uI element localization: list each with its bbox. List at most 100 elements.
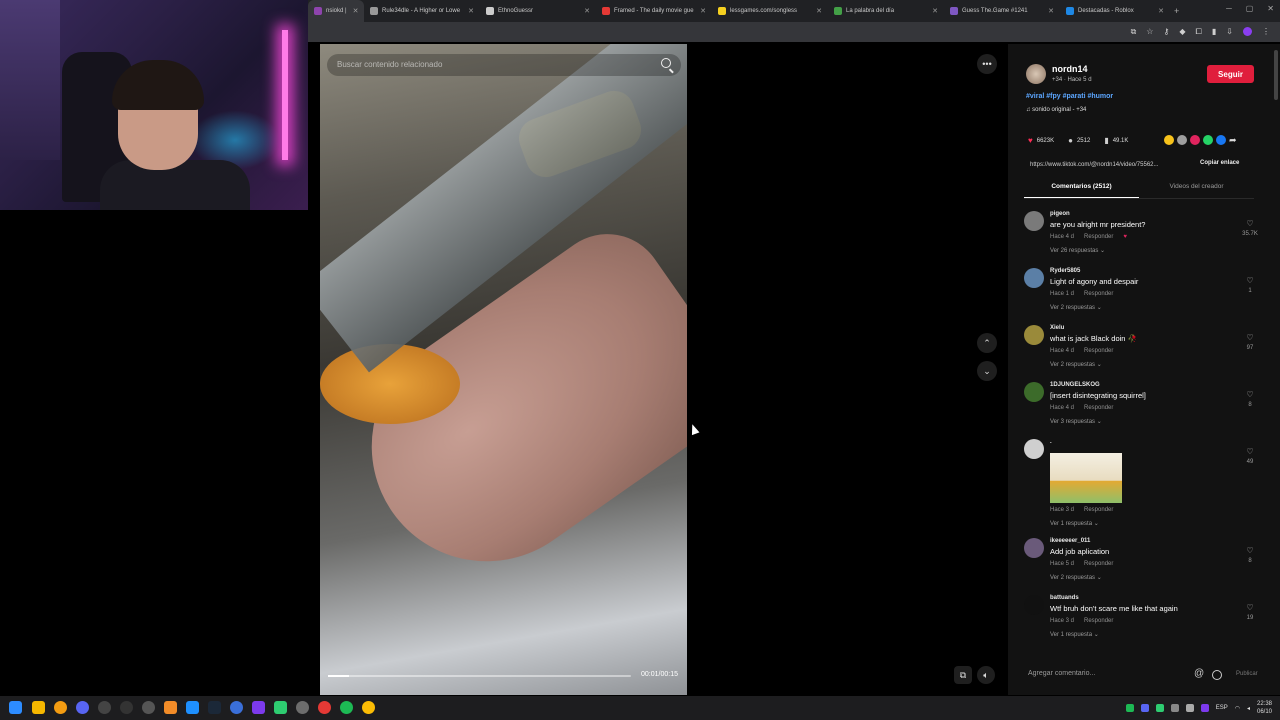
heart-icon[interactable]: ♡: [1244, 276, 1256, 285]
comment-input[interactable]: Agregar comentario...: [1028, 670, 1095, 677]
view-replies-button[interactable]: Ver 26 respuestas ⌄: [1050, 247, 1105, 254]
heart-icon[interactable]: ♡: [1244, 390, 1256, 399]
reply-button[interactable]: Responder: [1084, 405, 1113, 411]
browser-tab-0[interactable]: nsiokd | ✕: [308, 0, 364, 22]
key-icon[interactable]: ⚷: [1163, 27, 1169, 37]
taskbar-clock[interactable]: 22:38 06/10: [1257, 700, 1272, 716]
comment-username[interactable]: Xielu: [1050, 325, 1064, 331]
close-icon[interactable]: ✕: [462, 7, 474, 15]
comment-username[interactable]: ikeeeeeer_011: [1050, 538, 1090, 544]
browser-tab-7[interactable]: Destacadas - Roblox ✕: [1060, 0, 1170, 22]
comments-stat[interactable]: ● 2512: [1068, 136, 1090, 145]
search-icon[interactable]: [661, 58, 671, 68]
view-replies-button[interactable]: Ver 2 respuestas ⌄: [1050, 574, 1102, 581]
app-bolt-icon[interactable]: [164, 701, 177, 714]
reply-button[interactable]: Responder: [1084, 561, 1113, 567]
comment-username[interactable]: Ryder5805: [1050, 268, 1080, 274]
start-icon[interactable]: [9, 701, 22, 714]
wifi-icon[interactable]: ◠: [1235, 705, 1240, 712]
app-4k-icon[interactable]: [98, 701, 111, 714]
share-facebook-icon[interactable]: [1216, 135, 1226, 145]
view-replies-button[interactable]: Ver 1 respuesta ⌄: [1050, 631, 1099, 638]
browser-tab-3[interactable]: Framed - The daily movie gue ✕: [596, 0, 712, 22]
share-embed-icon[interactable]: [1164, 135, 1174, 145]
window-close-icon[interactable]: ✕: [1267, 4, 1274, 13]
author-name[interactable]: nordn14: [1052, 64, 1088, 74]
comment-avatar[interactable]: [1024, 439, 1044, 459]
close-icon[interactable]: ✕: [694, 7, 706, 15]
tray-misc-icon[interactable]: [1170, 704, 1179, 712]
video-player[interactable]: [320, 44, 687, 695]
next-video-button[interactable]: ⌄: [977, 361, 997, 381]
comment-avatar[interactable]: [1024, 382, 1044, 402]
heart-icon[interactable]: ♡: [1244, 219, 1256, 228]
menu-kebab-icon[interactable]: ⋮: [1262, 27, 1270, 37]
search-app-icon[interactable]: [54, 701, 67, 714]
comment-avatar[interactable]: [1024, 211, 1044, 231]
app-edge-icon[interactable]: [186, 701, 199, 714]
comment-sticker-image[interactable]: [1050, 453, 1122, 503]
close-icon[interactable]: ✕: [347, 7, 359, 15]
tray-spotify-icon[interactable]: [1125, 704, 1134, 712]
browser-tab-6[interactable]: Guess The.Game #1241 ✕: [944, 0, 1060, 22]
bookmark-star-icon[interactable]: ☆: [1146, 27, 1153, 37]
share-whatsapp-icon[interactable]: [1203, 135, 1213, 145]
tray-discord-icon[interactable]: [1140, 704, 1149, 712]
reply-button[interactable]: Responder: [1084, 618, 1113, 624]
new-tab-icon[interactable]: +: [1174, 6, 1179, 16]
tab-comments[interactable]: Comentarios (2512): [1024, 183, 1139, 197]
profile-avatar[interactable]: [1243, 27, 1252, 36]
publish-button[interactable]: Publicar: [1236, 671, 1258, 677]
view-replies-button[interactable]: Ver 1 respuesta ⌄: [1050, 520, 1099, 527]
app-red-icon[interactable]: [318, 701, 331, 714]
video-sound[interactable]: ♫ sonido original - +34: [1026, 107, 1086, 113]
close-icon[interactable]: ✕: [578, 7, 590, 15]
install-icon[interactable]: ⧉: [1131, 27, 1137, 37]
video-link[interactable]: https://www.tiktok.com/@nordn14/video/75…: [1026, 159, 1194, 172]
browser-tab-5[interactable]: La palabra del día ✕: [828, 0, 944, 22]
chrome-icon[interactable]: [362, 701, 375, 714]
share-pinterest-icon[interactable]: [1190, 135, 1200, 145]
reply-button[interactable]: Responder: [1084, 234, 1113, 240]
comment-username[interactable]: .: [1050, 439, 1052, 445]
comment-avatar[interactable]: [1024, 538, 1044, 558]
extensions-icon[interactable]: ⧠: [1195, 27, 1201, 37]
browser-tab-4[interactable]: lessgames.com/songless ✕: [712, 0, 828, 22]
comment-avatar[interactable]: [1024, 268, 1044, 288]
app-box-icon[interactable]: [142, 701, 155, 714]
heart-icon[interactable]: ♡: [1244, 333, 1256, 342]
app-purple-icon[interactable]: [252, 701, 265, 714]
browser-tab-1[interactable]: Rule34dle - A Higher or Lowe ✕: [364, 0, 480, 22]
app-v-icon[interactable]: [76, 701, 89, 714]
likes-stat[interactable]: ♥ 6623K: [1028, 136, 1054, 145]
comment-username[interactable]: battuands: [1050, 595, 1079, 601]
comment-username[interactable]: pigeon: [1050, 211, 1070, 217]
browser-tab-2[interactable]: EthnoGuessr ✕: [480, 0, 596, 22]
view-replies-button[interactable]: Ver 2 respuestas ⌄: [1050, 361, 1102, 368]
view-replies-button[interactable]: Ver 3 respuestas ⌄: [1050, 418, 1102, 425]
app-blue-icon[interactable]: [230, 701, 243, 714]
reply-button[interactable]: Responder: [1084, 348, 1113, 354]
author-avatar[interactable]: [1026, 64, 1046, 84]
scrollbar-thumb[interactable]: [1274, 50, 1278, 100]
downloads-icon[interactable]: ⇩: [1226, 27, 1233, 37]
more-options-button[interactable]: •••: [977, 54, 997, 74]
volume-tray-icon[interactable]: ◂: [1247, 705, 1250, 712]
heart-icon[interactable]: ♡: [1244, 603, 1256, 612]
spotify-icon[interactable]: [340, 701, 353, 714]
video-hashtags[interactable]: #viral #fpy #parati #humor: [1026, 93, 1113, 100]
comment-avatar[interactable]: [1024, 325, 1044, 345]
emoji-icon[interactable]: [1212, 670, 1222, 680]
tray-misc-icon[interactable]: [1200, 704, 1209, 712]
app-arrow-icon[interactable]: [120, 701, 133, 714]
miniplayer-button[interactable]: ⧉: [954, 666, 972, 684]
file-explorer-icon[interactable]: [32, 701, 45, 714]
copy-link-button[interactable]: Copiar enlace: [1200, 160, 1239, 166]
previous-video-button[interactable]: ⌃: [977, 333, 997, 353]
close-icon[interactable]: ✕: [1042, 7, 1054, 15]
close-icon[interactable]: ✕: [926, 7, 938, 15]
view-replies-button[interactable]: Ver 2 respuestas ⌄: [1050, 304, 1102, 311]
pin-icon[interactable]: ▮: [1212, 27, 1216, 37]
mention-icon[interactable]: @: [1194, 668, 1204, 679]
comment-avatar[interactable]: [1024, 595, 1044, 615]
